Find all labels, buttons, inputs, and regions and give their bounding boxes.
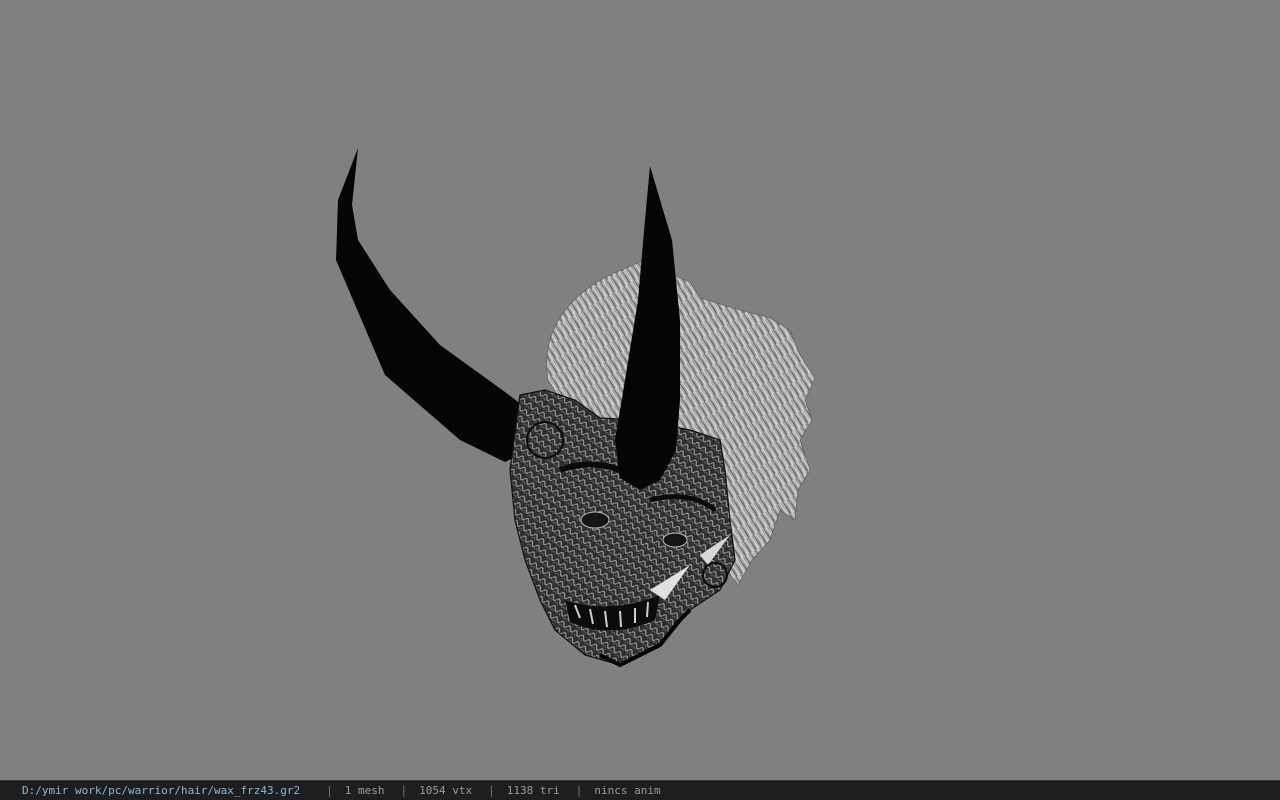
file-path: D:/ymir work/pc/warrior/hair/wax_frz43.g…	[22, 784, 301, 797]
model-render	[336, 148, 816, 668]
vertex-count: 1054 vtx	[419, 784, 473, 797]
separator: |	[326, 784, 333, 797]
left-horn-mesh	[336, 148, 535, 462]
status-bar: D:/ymir work/pc/warrior/hair/wax_frz43.g…	[0, 780, 1280, 800]
separator: |	[488, 784, 495, 797]
separator: |	[575, 784, 583, 797]
separator: |	[400, 784, 408, 797]
triangle-count: 1138 tri	[506, 784, 560, 797]
mesh-count: 1 mesh	[344, 784, 385, 797]
3d-viewport[interactable]	[0, 0, 1280, 780]
anim-status: nincs anim	[594, 784, 661, 797]
